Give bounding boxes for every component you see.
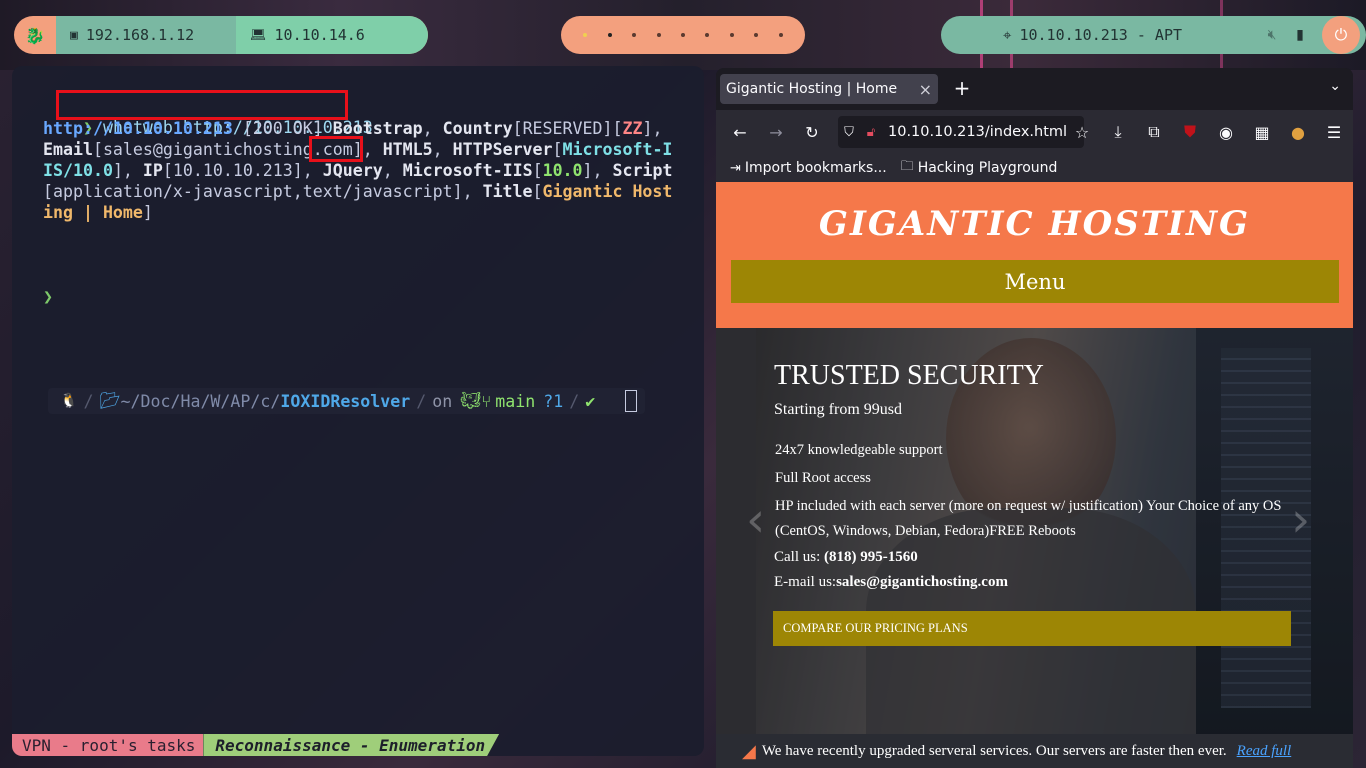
workspace-switcher — [561, 16, 805, 54]
vpn-ip-widget: 💻︎ 10.10.14.6 — [236, 16, 428, 54]
hero-title: TRUSTED SECURITY — [774, 360, 1044, 391]
tmux-status-bar: VPN - root's tasks Reconnaissance - Enum… — [12, 734, 499, 756]
new-tab-button[interactable]: + — [950, 76, 974, 102]
git-branch-icon: ⑂ — [481, 391, 492, 411]
feature-support: 24x7 knowledgeable support — [775, 442, 943, 458]
crosshair-icon: ⌖ — [1003, 26, 1012, 44]
read-full-link[interactable]: Read full — [1237, 743, 1292, 760]
nav-bar: ← → ↻ ⛉ 🔓︎ 10.10.10.213/index.html ☆ ⤓ ⧉… — [716, 110, 1353, 154]
cursor — [625, 390, 638, 412]
workspace-dot-8[interactable] — [754, 33, 759, 37]
host-ip-widget: ▣ 192.168.1.12 — [56, 16, 236, 54]
feature-os: (CentOS, Windows, Debian, Fedora)FREE Re… — [775, 523, 1076, 539]
bookmarks-bar: ⇥ Import bookmarks... 🗀 Hacking Playgrou… — [716, 154, 1353, 183]
target-label: 10.10.10.213 - APT — [1019, 26, 1183, 44]
carousel-next-icon[interactable]: › — [1291, 492, 1310, 548]
prompt-status-bar: 🐧 / 📂︎ ~/Doc/Ha/W/AP/c/IOXIDResolver / o… — [48, 388, 646, 414]
qr-code-icon[interactable]: ▦ — [1244, 116, 1280, 148]
battery-icon: ▮ — [1296, 27, 1304, 43]
news-ticker: ◢ We have recently upgraded serveral ser… — [716, 734, 1353, 768]
output-line-3: IS/10.0], IP[10.10.10.213], JQuery, Micr… — [43, 161, 673, 180]
compare-pricing-button[interactable]: COMPARE OUR PRICING PLANS — [773, 611, 1291, 646]
web-page: GIGANTIC HOSTING Menu ‹ › TRUSTED SECURI… — [716, 182, 1353, 768]
folder-icon: 🗀 — [900, 159, 914, 174]
email-link[interactable]: sales@gigantichosting.com — [836, 574, 1008, 590]
domain-highlight-box — [309, 136, 363, 162]
bookmark-hacking-playground[interactable]: 🗀 Hacking Playground — [901, 157, 1058, 179]
on-label: on — [432, 391, 453, 411]
ublock-icon[interactable]: ⛊ — [1172, 116, 1208, 148]
terminal-window[interactable]: ❯ whatweb http://10.10.10.213 http://10.… — [12, 66, 704, 756]
git-branch: main — [495, 391, 536, 411]
close-icon[interactable]: × — [919, 80, 932, 99]
vpn-ip: 10.10.14.6 — [274, 26, 365, 44]
download-icon[interactable]: ⤓ — [1100, 116, 1136, 148]
import-icon: ⇥ — [730, 160, 741, 176]
workspace-dot-9[interactable] — [778, 33, 783, 37]
monitor-icon: ▣ — [70, 27, 78, 43]
command-highlight-box — [56, 90, 348, 120]
topbar-target-pill: ⌖ 10.10.10.213 - APT 🔇︎ ▮ ⏻ — [941, 16, 1366, 54]
extensions-icon[interactable]: ⧉ — [1136, 116, 1172, 148]
hacker-mask-icon[interactable]: ◉ — [1208, 116, 1244, 148]
kali-dragon-icon[interactable]: 🐉 — [14, 16, 56, 54]
phone-number: (818) 995-1560 — [824, 549, 918, 565]
email-us: E-mail us:sales@gigantichosting.com — [774, 574, 1008, 590]
path-current-dir: IOXIDResolver — [280, 391, 411, 411]
call-us: Call us: (818) 995-1560 — [774, 549, 918, 565]
laptop-icon: 💻︎ — [250, 27, 267, 43]
cookie-icon[interactable]: ● — [1280, 116, 1316, 148]
tab-gigantic-hosting[interactable]: Gigantic Hosting | Home × — [720, 74, 938, 104]
browser-window: Gigantic Hosting | Home × + ⌄ ← → ↻ ⛉ 🔓︎… — [716, 68, 1353, 768]
tab-title: Gigantic Hosting | Home — [726, 81, 898, 97]
folder-icon: 📂︎ — [99, 391, 121, 410]
workspace-dot-5[interactable] — [680, 33, 685, 37]
shield-icon[interactable]: ⛉ — [838, 125, 860, 140]
workspace-dot-4[interactable] — [656, 33, 661, 37]
workspace-dot-6[interactable] — [705, 33, 710, 37]
hamburger-menu-icon[interactable]: ☰ — [1316, 116, 1352, 148]
feature-root: Full Root access — [775, 470, 871, 486]
hero-carousel: ‹ › TRUSTED SECURITY Starting from 99usd… — [716, 328, 1353, 768]
workspace-dot-7[interactable] — [729, 33, 734, 37]
chevron-down-icon[interactable]: ⌄ — [1329, 78, 1341, 94]
host-ip: 192.168.1.12 — [85, 26, 195, 44]
workspace-dot-3[interactable] — [632, 33, 637, 37]
workspace-dot-1[interactable] — [583, 33, 588, 37]
tab-strip: Gigantic Hosting | Home × + ⌄ — [716, 68, 1353, 110]
speaker-mute-icon[interactable]: 🔇︎ — [1258, 16, 1286, 54]
check-icon: ✔ — [585, 391, 596, 411]
session-label[interactable]: VPN - root's tasks — [12, 734, 204, 756]
carousel-prev-icon[interactable]: ‹ — [746, 492, 765, 548]
back-arrow-icon[interactable]: ← — [722, 116, 758, 148]
path-prefix: ~/Doc/Ha/W/AP/c/ — [120, 391, 281, 411]
output-line-5: ing | Home] — [43, 203, 153, 222]
github-icon: 🐙︎ — [460, 391, 482, 410]
toolbar-icons: ☆ ⤓ ⧉ ⛊ ◉ ▦ ● ☰ — [1075, 116, 1352, 148]
url-text[interactable]: 10.10.10.213/index.html — [888, 124, 1067, 140]
rss-icon: ◢ — [742, 740, 756, 761]
target-widget: ⌖ 10.10.10.213 - APT — [941, 16, 1258, 54]
news-text: We have recently upgraded serveral servi… — [761, 742, 1227, 759]
empty-prompt: ❯ — [43, 287, 53, 306]
url-bar[interactable]: ⛉ 🔓︎ 10.10.10.213/index.html — [838, 116, 1084, 148]
reload-icon[interactable]: ↻ — [794, 116, 830, 148]
site-logo[interactable]: GIGANTIC HOSTING — [716, 204, 1353, 244]
git-status: ?1 — [543, 391, 564, 411]
star-icon[interactable]: ☆ — [1064, 116, 1100, 148]
menu-button[interactable]: Menu — [731, 260, 1339, 303]
feature-hp: HP included with each server (more on re… — [775, 498, 1282, 514]
bookmark-import[interactable]: ⇥ Import bookmarks... — [730, 160, 887, 176]
lock-insecure-icon[interactable]: 🔓︎ — [860, 125, 882, 140]
linux-penguin-icon: 🐧 — [60, 393, 78, 409]
topbar-network-pill: 🐉 ▣ 192.168.1.12 💻︎ 10.10.14.6 — [14, 16, 428, 54]
forward-arrow-icon[interactable]: → — [758, 116, 794, 148]
hero-subtitle: Starting from 99usd — [774, 401, 902, 418]
power-icon[interactable]: ⏻ — [1322, 16, 1360, 54]
window-label[interactable]: Reconnaissance - Enumeration — [203, 734, 499, 756]
output-line-4: [application/x-javascript,text/javascrip… — [43, 182, 673, 201]
workspace-dot-2[interactable] — [607, 33, 612, 37]
